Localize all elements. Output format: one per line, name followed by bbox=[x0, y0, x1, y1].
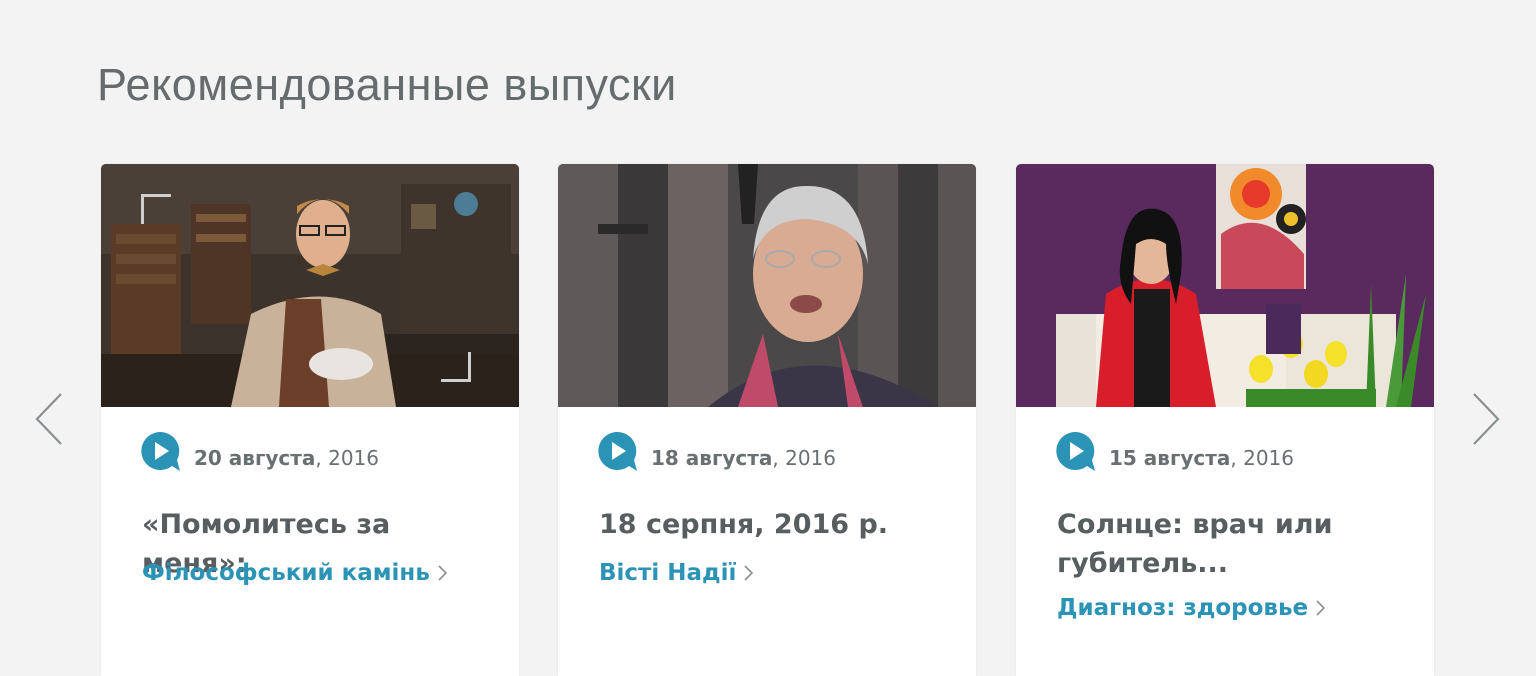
program-link-label: Філософський камінь bbox=[142, 560, 430, 586]
program-link[interactable]: Диагноз: здоровье bbox=[1057, 595, 1326, 621]
episode-meta: 15 августа, 2016 bbox=[1054, 431, 1295, 474]
episode-date: 20 августа, 2016 bbox=[194, 446, 380, 470]
episode-card[interactable]: 18 августа, 2016 18 серпня, 2016 р. Віст… bbox=[558, 164, 976, 676]
chevron-left-icon bbox=[35, 393, 62, 445]
program-link[interactable]: Філософський камінь bbox=[142, 560, 447, 586]
chevron-right-icon bbox=[1473, 393, 1500, 445]
carousel-prev-button[interactable] bbox=[34, 392, 64, 446]
play-bubble-icon bbox=[598, 431, 637, 471]
section-title: Рекомендованные выпуски bbox=[97, 59, 677, 110]
chevron-right-icon bbox=[438, 565, 447, 581]
program-link[interactable]: Вісті Надії bbox=[599, 560, 754, 586]
episode-title[interactable]: 18 серпня, 2016 р. bbox=[599, 505, 949, 544]
episode-thumbnail[interactable] bbox=[1016, 164, 1434, 407]
play-bubble-icon bbox=[1056, 431, 1095, 471]
episode-date: 18 августа, 2016 bbox=[651, 446, 837, 470]
episode-meta: 20 августа, 2016 bbox=[139, 431, 380, 474]
program-link-label: Диагноз: здоровье bbox=[1057, 595, 1309, 621]
episode-meta: 18 августа, 2016 bbox=[596, 431, 837, 474]
chevron-right-icon bbox=[744, 565, 754, 581]
carousel-next-button[interactable] bbox=[1471, 392, 1501, 446]
episode-card[interactable]: 15 августа, 2016 Солнце: врач или губите… bbox=[1016, 164, 1434, 676]
chevron-right-icon bbox=[1316, 600, 1326, 616]
episode-card[interactable]: 20 августа, 2016 «Помолитесь за меня»: Ф… bbox=[101, 164, 519, 676]
episode-thumbnail[interactable] bbox=[558, 164, 976, 407]
episode-thumbnail[interactable] bbox=[101, 164, 519, 407]
play-bubble-icon bbox=[141, 431, 180, 471]
program-link-label: Вісті Надії bbox=[599, 560, 737, 586]
episode-date: 15 августа, 2016 bbox=[1109, 446, 1295, 470]
episode-title[interactable]: Солнце: врач или губитель... bbox=[1057, 505, 1407, 583]
